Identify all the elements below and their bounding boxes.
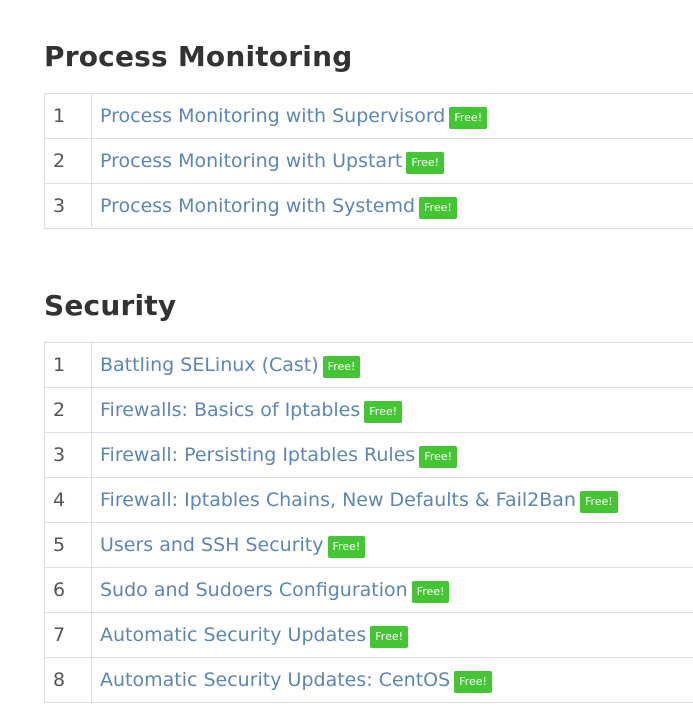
lesson-cell: Firewall: Persisting Iptables Rules Free! [91, 432, 693, 478]
lesson-cell: Sudo and Sudoers Configuration Free! [91, 567, 693, 613]
table-row: 3 Process Monitoring with Systemd Free! [44, 183, 693, 229]
lesson-number: 3 [44, 183, 92, 229]
lesson-link[interactable]: Users and SSH Security [100, 534, 324, 556]
table-row: 1 Battling SELinux (Cast) Free! [44, 342, 693, 388]
table-row: 3 Firewall: Persisting Iptables Rules Fre… [44, 432, 693, 478]
lesson-number: 4 [44, 477, 92, 523]
lesson-cell: Automatic Security Updates Free! [91, 612, 693, 658]
lesson-table: 1 Process Monitoring with Supervisord Fre… [44, 93, 693, 229]
free-badge: Free! [327, 536, 366, 559]
lesson-cell: Process Monitoring with Upstart Free! [91, 138, 693, 184]
lesson-number: 2 [44, 387, 92, 433]
lesson-number: 7 [44, 612, 92, 658]
section-title: Security [44, 289, 177, 322]
free-badge: Free! [419, 197, 457, 220]
lesson-number: 5 [44, 522, 92, 568]
lesson-link[interactable]: Automatic Security Updates [100, 624, 366, 646]
table-row: 1 Process Monitoring with Supervisord Fre… [44, 93, 693, 139]
lesson-cell: Battling SELinux (Cast) Free! [91, 342, 693, 388]
lesson-link[interactable]: Firewalls: Basics of Iptables [100, 399, 360, 421]
lesson-link[interactable]: Process Monitoring with Upstart [100, 150, 402, 172]
lesson-number: 1 [44, 93, 92, 139]
lesson-link[interactable]: Firewall: Persisting Iptables Rules [100, 444, 415, 466]
lesson-cell: Firewall: Iptables Chains, New Defaults … [91, 477, 693, 523]
table-row: 6 Sudo and Sudoers Configuration Free! [44, 567, 693, 613]
free-badge: Free! [364, 401, 403, 424]
section-security: Security 1 Battling SELinux (Cast) Free! … [44, 283, 693, 703]
table-row: 2 Process Monitoring with Upstart Free! [44, 138, 693, 184]
table-row: 4 Firewall: Iptables Chains, New Default… [44, 477, 693, 523]
table-row: 5 Users and SSH Security Free! [44, 522, 693, 568]
free-badge: Free! [579, 491, 618, 514]
free-badge: Free! [322, 356, 361, 379]
lesson-cell: Users and SSH Security Free! [91, 522, 693, 568]
table-row: 8 Automatic Security Updates: CentOS Free… [44, 657, 693, 703]
lesson-link[interactable]: Process Monitoring with Supervisord [100, 105, 445, 127]
lesson-link[interactable]: Process Monitoring with Systemd [100, 195, 415, 217]
lesson-table: 1 Battling SELinux (Cast) Free! 2 Firewal… [44, 342, 693, 703]
lesson-number: 1 [44, 342, 92, 388]
free-badge: Free! [411, 581, 450, 604]
lesson-number: 2 [44, 138, 92, 184]
lesson-cell: Process Monitoring with Systemd Free! [91, 183, 693, 229]
lesson-number: 6 [44, 567, 92, 613]
lesson-cell: Firewalls: Basics of Iptables Free! [91, 387, 693, 433]
table-row: 2 Firewalls: Basics of Iptables Free! [44, 387, 693, 433]
free-badge: Free! [419, 446, 458, 469]
free-badge: Free! [406, 152, 445, 175]
lesson-cell: Automatic Security Updates: CentOS Free! [91, 657, 693, 703]
lesson-link[interactable]: Firewall: Iptables Chains, New Defaults … [100, 489, 576, 511]
lesson-cell: Process Monitoring with Supervisord Free! [91, 93, 693, 139]
free-badge: Free! [449, 107, 488, 130]
lesson-link[interactable]: Automatic Security Updates: CentOS [100, 669, 450, 691]
lesson-link[interactable]: Sudo and Sudoers Configuration [100, 579, 408, 601]
free-badge: Free! [454, 671, 492, 694]
section-process-monitoring: Process Monitoring 1 Process Monitoring … [44, 34, 693, 229]
lesson-number: 3 [44, 432, 92, 478]
lesson-link[interactable]: Battling SELinux (Cast) [100, 354, 319, 376]
table-row: 7 Automatic Security Updates Free! [44, 612, 693, 658]
lesson-number: 8 [44, 657, 92, 703]
section-title: Process Monitoring [44, 40, 353, 73]
free-badge: Free! [370, 626, 409, 649]
